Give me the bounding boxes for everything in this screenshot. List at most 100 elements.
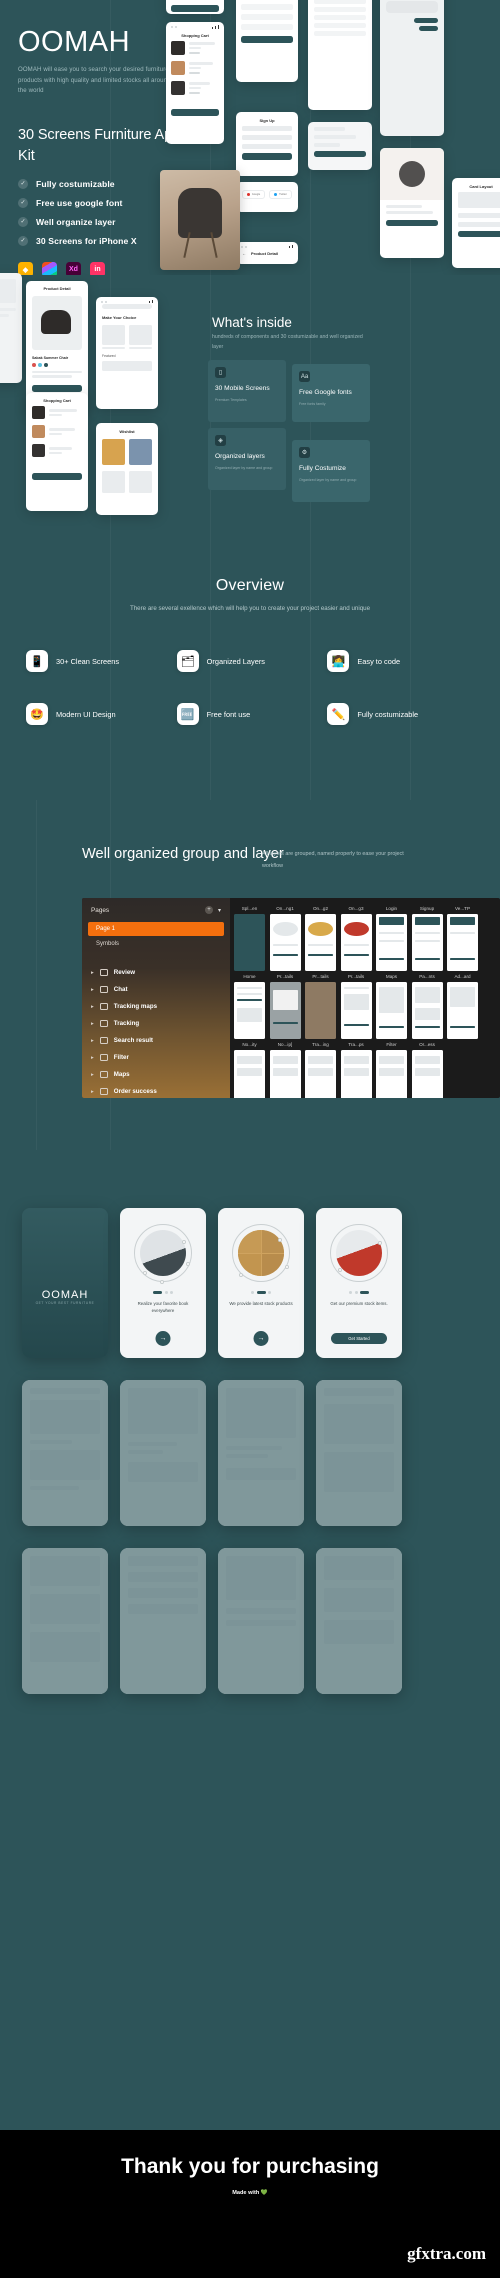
inside-card: Aa Free Google fonts Free fonts family: [292, 364, 370, 422]
artboard-label: Ve...TP: [454, 906, 471, 911]
artboard-thumb[interactable]: [411, 982, 443, 1039]
artboard-label: Login: [385, 906, 398, 911]
overview-item: 🗂 Organized Layers: [176, 650, 328, 672]
pager-dots: [120, 1290, 206, 1294]
inside-card-title: Fully Costumize: [299, 465, 346, 472]
overview-item: ✏️ Fully costumizable: [327, 703, 478, 725]
person-photo: [336, 1230, 382, 1276]
artboard-label: Pr...tails: [276, 974, 294, 979]
get-started-button[interactable]: Get Started: [331, 1333, 387, 1344]
orbit-node: [285, 1265, 290, 1269]
overview-item-label: Free font use: [206, 709, 251, 719]
artboard-label: Filter: [386, 1042, 397, 1047]
layer-row[interactable]: ▸ Search result: [82, 1032, 230, 1049]
checklist-label: 30 Screens for iPhone X: [36, 236, 137, 247]
orbit-node: [159, 1280, 164, 1284]
overview-item: 🤩 Modern UI Design: [26, 703, 177, 725]
overview-item-label: Modern UI Design: [56, 709, 116, 719]
onboarding-caption: We provide latest stock products: [229, 1300, 293, 1306]
splash-screen: OOMAH GET YOUR BEST FURNITURE: [22, 1208, 108, 1358]
layer-row[interactable]: ▸ Filter: [82, 1049, 230, 1066]
inside-card-desc: Premium Templates: [215, 397, 247, 402]
chevron-right-icon[interactable]: ▸: [91, 1089, 94, 1095]
artboard-label: Pr...tails: [347, 974, 365, 979]
onboarding-screen-3: Get our premium stock items. Get Started: [316, 1208, 402, 1358]
whats-inside-section: What's inside hundreds of components and…: [0, 273, 500, 555]
layer-row[interactable]: ▸ Maps: [82, 1066, 230, 1083]
artboard-column: On...g3 Pr...tails Tra...ps: [340, 906, 372, 1098]
artboard-column: Signup Pa...nts Or...ess: [411, 906, 443, 1098]
artboard-thumb[interactable]: [340, 982, 372, 1039]
page-item-active[interactable]: Page 1: [88, 922, 224, 936]
artboard-thumb[interactable]: [340, 914, 372, 971]
chevron-right-icon[interactable]: ▸: [91, 1055, 94, 1061]
artboard-thumb[interactable]: [305, 982, 336, 1039]
artboard-thumb[interactable]: [305, 914, 336, 971]
chevron-right-icon[interactable]: ▸: [91, 1004, 94, 1010]
overview-item-label: 30+ Clean Screens: [56, 656, 120, 666]
chevron-right-icon[interactable]: ▸: [91, 1072, 94, 1078]
artboard-icon: [99, 986, 108, 993]
chevron-right-icon[interactable]: ▸: [91, 987, 94, 993]
made-with-label: Made with 💚: [232, 2189, 268, 2196]
layer-row[interactable]: ▸ Order success: [82, 1083, 230, 1098]
artboard-thumb[interactable]: [269, 1050, 301, 1098]
phone-mock: Google Twitter: [236, 182, 298, 212]
artboard-thumb[interactable]: [305, 1050, 336, 1098]
artboard-thumb[interactable]: [340, 1050, 372, 1098]
phone-mock: [0, 273, 22, 383]
organized-heading: Well organized group and layer: [82, 846, 284, 862]
artboard-label: Tra...ing: [312, 1042, 329, 1047]
artboard-thumb[interactable]: [269, 914, 301, 971]
layer-list: ▸ Review ▸ Chat ▸ Tracking maps ▸ Tracki…: [82, 964, 230, 1098]
artboard-label: No...ity: [242, 1042, 257, 1047]
chevron-right-icon[interactable]: ▸: [91, 970, 94, 976]
page-item-symbols[interactable]: Symbols: [82, 936, 230, 952]
chevron-right-icon[interactable]: ▸: [91, 1038, 94, 1044]
artboard-thumb[interactable]: [234, 982, 265, 1039]
overview-section: Overview There are several exellence whi…: [0, 555, 500, 800]
phone-mock: Shopping Cart: [166, 22, 224, 144]
artboard-label: No...ip]: [277, 1042, 293, 1047]
layer-name: Order success: [113, 1088, 157, 1095]
artboard-icon: [99, 1088, 108, 1095]
xd-icon: Xd: [66, 262, 81, 275]
artboard-label: Pa...nts: [419, 974, 435, 979]
artboard-thumb[interactable]: [376, 914, 407, 971]
layers-folder-icon: 🗂: [176, 650, 199, 672]
plus-icon[interactable]: +: [204, 906, 213, 914]
artboard-label: On...g2: [312, 906, 329, 911]
onboarding-caption: Get our premium stock items.: [330, 1300, 388, 1306]
pager-dots: [218, 1290, 304, 1294]
layer-row[interactable]: ▸ Review: [82, 964, 230, 981]
artboard-thumb[interactable]: [411, 914, 443, 971]
layer-row[interactable]: ▸ Tracking maps: [82, 998, 230, 1015]
organized-paragraph: All layers are grouped, named properly t…: [262, 851, 404, 870]
artboard-thumb[interactable]: [376, 982, 407, 1039]
overview-item: 📱 30+ Clean Screens: [26, 650, 177, 672]
free-icon: 🆓: [176, 703, 199, 725]
artboard-thumb[interactable]: [234, 1050, 265, 1098]
artboard-column: On...g2 Pr...tails Tra...ing: [305, 906, 336, 1098]
phone-mock: ← Product Detail: [236, 242, 298, 264]
chevron-down-icon[interactable]: ▾: [218, 907, 221, 914]
arrow-right-icon[interactable]: →: [155, 1331, 171, 1346]
phone-mock: [308, 0, 372, 110]
overview-item-label: Fully costumizable: [357, 709, 419, 719]
app-screen-preview: [218, 1380, 304, 1526]
artboard-thumb[interactable]: [447, 914, 478, 971]
artboard-thumb[interactable]: [234, 914, 265, 971]
chevron-right-icon[interactable]: ▸: [91, 1021, 94, 1027]
arrow-right-icon[interactable]: →: [253, 1331, 269, 1346]
artboard-label: Ad...ard: [454, 974, 471, 979]
artboard-thumb[interactable]: [411, 1050, 443, 1098]
screens-icon: 📱: [26, 650, 48, 672]
artboard-thumb[interactable]: [376, 1050, 407, 1098]
overview-item-label: Organized Layers: [206, 656, 265, 666]
checklist-label: Fully costumizable: [36, 179, 115, 190]
artboard-thumb[interactable]: [447, 982, 478, 1039]
layer-row[interactable]: ▸ Tracking: [82, 1015, 230, 1032]
artboard-thumb[interactable]: [269, 982, 301, 1039]
watermark: gfxtra.com: [407, 2244, 486, 2263]
layer-row[interactable]: ▸ Chat: [82, 981, 230, 998]
